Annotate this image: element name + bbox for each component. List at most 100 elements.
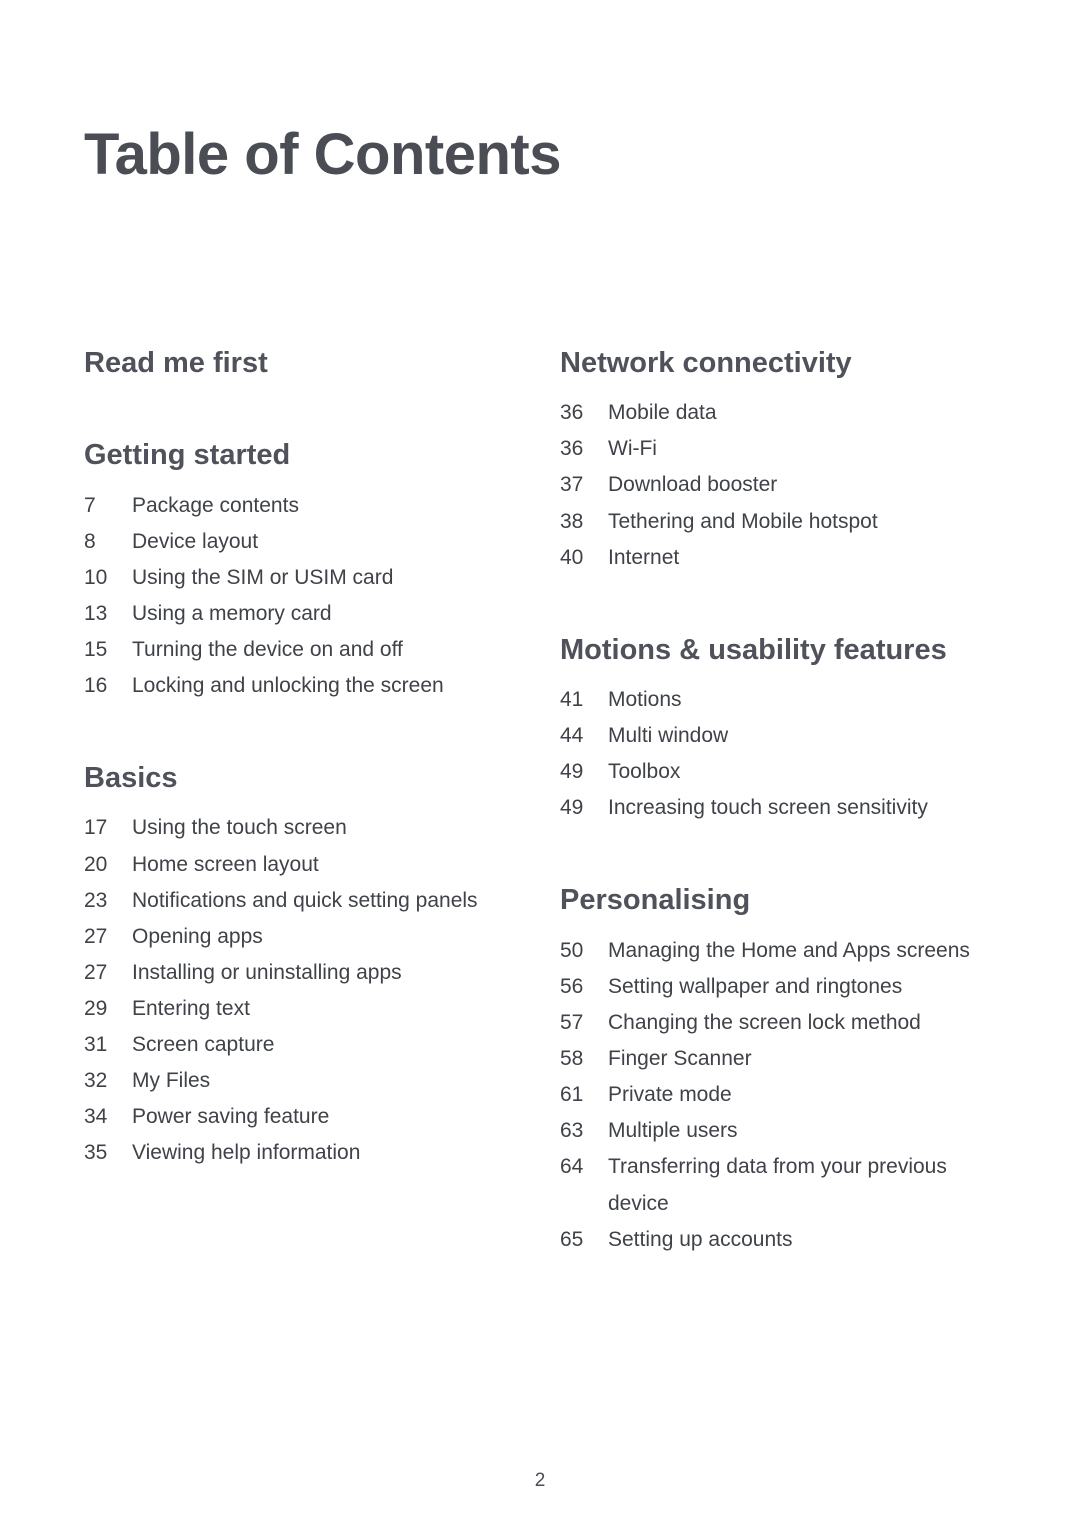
toc-entry-page: 64 <box>560 1155 584 1179</box>
toc-entry[interactable]: 49 Toolbox <box>560 754 1020 790</box>
toc-entry-page: 34 <box>84 1105 108 1129</box>
toc-entry-page: 13 <box>84 601 108 625</box>
page-number: 2 <box>534 1470 546 1491</box>
toc-entry-label: My Files <box>132 1069 211 1093</box>
toc-entry-page: 8 <box>84 529 96 553</box>
section-heading[interactable]: Basics <box>84 760 524 796</box>
toc-entry[interactable]: 34 Power saving feature <box>84 1099 524 1135</box>
toc-entry-label: Managing the Home and Apps screens <box>608 938 970 962</box>
toc-entry[interactable]: 17 Using the touch screen <box>84 810 524 846</box>
toc-entry-label: Installing or uninstalling apps <box>132 960 402 984</box>
toc-entry-page: 40 <box>560 545 584 569</box>
toc-entry[interactable]: 31 Screen capture <box>84 1027 524 1063</box>
toc-entry-list: 7 Package contents 8 Device layout 10 Us… <box>84 488 524 705</box>
toc-entry[interactable]: 40 Internet <box>560 540 1020 576</box>
toc-entry[interactable]: 16 Locking and unlocking the screen <box>84 668 524 704</box>
section-heading[interactable]: Read me first <box>84 345 524 381</box>
toc-entry[interactable]: 38 Tethering and Mobile hotspot <box>560 504 1020 540</box>
toc-entry-label: Opening apps <box>132 924 263 948</box>
toc-entry[interactable]: 27 Opening apps <box>84 919 524 955</box>
toc-entry-page: 65 <box>560 1227 584 1251</box>
toc-entry[interactable]: 7 Package contents <box>84 488 524 524</box>
toc-entry[interactable]: 37 Download booster <box>560 467 1020 503</box>
toc-entry-label: Home screen layout <box>132 852 319 876</box>
toc-entry[interactable]: 27 Installing or uninstalling apps <box>84 955 524 991</box>
toc-entry-page: 27 <box>84 960 108 984</box>
toc-entry[interactable]: 49 Increasing touch screen sensitivity <box>560 790 1020 826</box>
toc-entry-page: 7 <box>84 493 96 517</box>
toc-entry[interactable]: 32 My Files <box>84 1063 524 1099</box>
toc-entry-label: Using the touch screen <box>132 816 347 840</box>
toc-entry[interactable]: 15 Turning the device on and off <box>84 632 524 668</box>
toc-entry-label: Motions <box>608 688 682 712</box>
section-heading[interactable]: Motions & usability features <box>560 632 1020 668</box>
section-heading[interactable]: Network connectivity <box>560 345 1020 381</box>
toc-entry[interactable]: 58 Finger Scanner <box>560 1041 1020 1077</box>
toc-entry[interactable]: 56 Setting wallpaper and ringtones <box>560 969 1020 1005</box>
toc-entry-label: Package contents <box>132 493 299 517</box>
toc-entry[interactable]: 65 Setting up accounts <box>560 1222 1020 1258</box>
toc-entry[interactable]: 35 Viewing help information <box>84 1135 524 1171</box>
toc-section-getting-started: Getting started 7 Package contents 8 Dev… <box>84 437 524 704</box>
toc-entry-page: 56 <box>560 974 584 998</box>
toc-entry-page: 35 <box>84 1141 108 1165</box>
toc-section-basics: Basics 17 Using the touch screen 20 Home… <box>84 760 524 1171</box>
toc-entry-page: 58 <box>560 1047 584 1071</box>
toc-entry-label: Changing the screen lock method <box>608 1010 921 1034</box>
toc-entry[interactable]: 57 Changing the screen lock method <box>560 1005 1020 1041</box>
toc-entry[interactable]: 64 Transferring data from your previous … <box>560 1149 1020 1221</box>
toc-entry-page: 32 <box>84 1069 108 1093</box>
toc-entry-label: Setting up accounts <box>608 1227 793 1251</box>
toc-entry-label: Internet <box>608 545 680 569</box>
toc-entry-page: 27 <box>84 924 108 948</box>
toc-entry-label: Tethering and Mobile hotspot <box>608 509 878 533</box>
toc-entry-page: 61 <box>560 1083 584 1107</box>
toc-entry-page: 63 <box>560 1119 584 1143</box>
toc-entry[interactable]: 13 Using a memory card <box>84 596 524 632</box>
toc-entry[interactable]: 44 Multi window <box>560 718 1020 754</box>
toc-entry-label: Mobile data <box>608 401 717 425</box>
toc-entry-page: 23 <box>84 888 108 912</box>
toc-section-network-connectivity: Network connectivity 36 Mobile data 36 W… <box>560 345 1020 576</box>
section-heading[interactable]: Personalising <box>560 882 1020 918</box>
toc-entry-page: 44 <box>560 724 584 748</box>
toc-entry-label: Locking and unlocking the screen <box>132 674 444 698</box>
toc-entry[interactable]: 41 Motions <box>560 682 1020 718</box>
toc-entry[interactable]: 23 Notifications and quick setting panel… <box>84 883 524 919</box>
toc-entry[interactable]: 36 Mobile data <box>560 395 1020 431</box>
toc-entry-list: 50 Managing the Home and Apps screens 56… <box>560 933 1020 1258</box>
section-heading[interactable]: Getting started <box>84 437 524 473</box>
toc-entry-label: Setting wallpaper and ringtones <box>608 974 903 998</box>
toc-entry[interactable]: 61 Private mode <box>560 1077 1020 1113</box>
page-title: Table of Contents <box>84 122 561 187</box>
toc-entry-page: 17 <box>84 816 108 840</box>
toc-entry[interactable]: 63 Multiple users <box>560 1113 1020 1149</box>
toc-entry-list: 36 Mobile data 36 Wi-Fi 37 Download boos… <box>560 395 1020 576</box>
toc-entry-page: 31 <box>84 1033 108 1057</box>
toc-entry-page: 36 <box>560 401 584 425</box>
toc-entry-label: Transferring data from your previous dev… <box>608 1149 1020 1221</box>
toc-entry[interactable]: 50 Managing the Home and Apps screens <box>560 933 1020 969</box>
toc-section-motions-usability-features: Motions & usability features 41 Motions … <box>560 632 1020 827</box>
toc-entry-page: 10 <box>84 565 108 589</box>
toc-entry[interactable]: 8 Device layout <box>84 524 524 560</box>
toc-entry-page: 50 <box>560 938 584 962</box>
toc-entry-page: 15 <box>84 637 108 661</box>
toc-entry[interactable]: 36 Wi-Fi <box>560 431 1020 467</box>
toc-entry-label-line2: device <box>608 1191 669 1215</box>
toc-entry[interactable]: 10 Using the SIM or USIM card <box>84 560 524 596</box>
toc-entry-label-line1: Transferring data from your previous <box>608 1155 947 1179</box>
toc-entry-label: Power saving feature <box>132 1105 330 1129</box>
toc-column-left: Read me first Getting started 7 Package … <box>84 345 524 1172</box>
toc-entry-page: 36 <box>560 437 584 461</box>
toc-entry[interactable]: 29 Entering text <box>84 991 524 1027</box>
toc-entry-page: 49 <box>560 796 584 820</box>
toc-entry[interactable]: 20 Home screen layout <box>84 847 524 883</box>
toc-entry-page: 20 <box>84 852 108 876</box>
toc-entry-label: Notifications and quick setting panels <box>132 888 478 912</box>
toc-section-read-me-first: Read me first <box>84 345 524 381</box>
toc-entry-page: 37 <box>560 473 584 497</box>
toc-entry-page: 41 <box>560 688 584 712</box>
toc-entry-label: Multi window <box>608 724 729 748</box>
toc-entry-page: 49 <box>560 760 584 784</box>
